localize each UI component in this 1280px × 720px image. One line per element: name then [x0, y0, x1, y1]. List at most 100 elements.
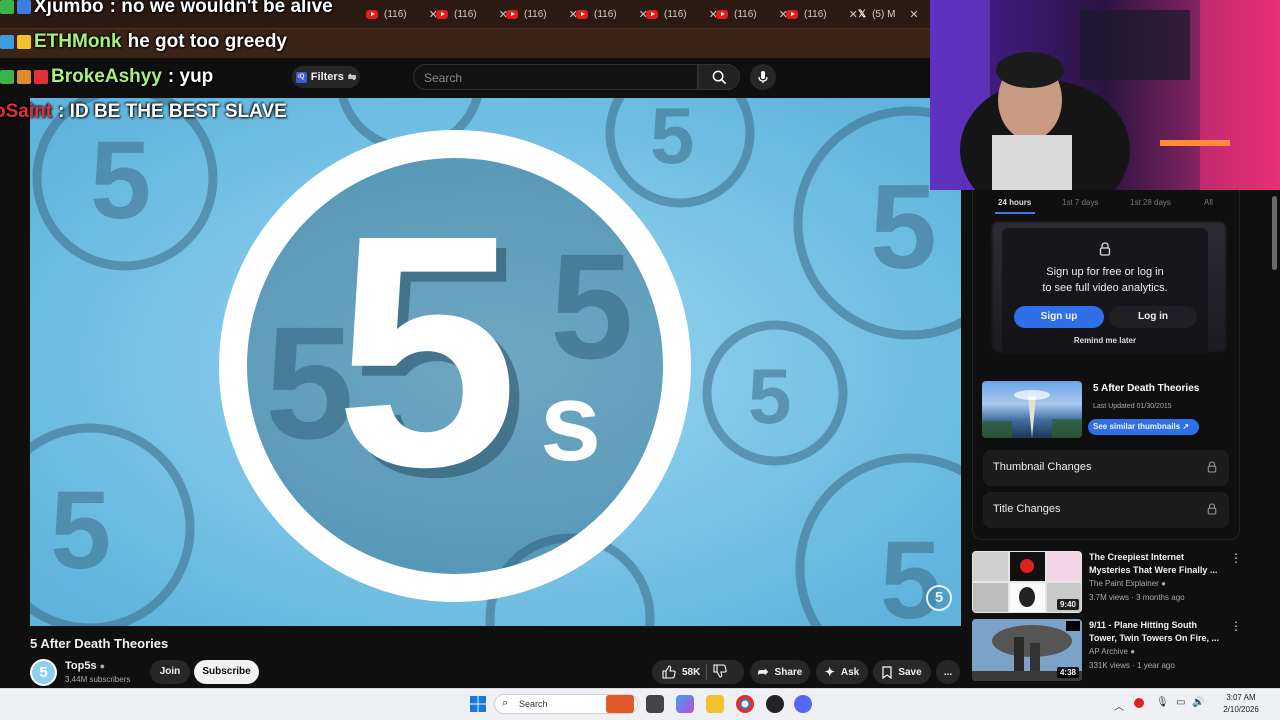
taskbar [0, 688, 1280, 720]
x-logo-icon: 𝕏 [858, 8, 867, 20]
filters-button[interactable]: iQ Filters ⇋ [292, 66, 360, 88]
search-icon: ⌕ [502, 697, 509, 709]
svg-text:5: 5 [90, 119, 151, 242]
crown-badge-icon [34, 70, 48, 84]
close-icon[interactable]: ✕ [849, 8, 858, 21]
verified-icon: ● [1130, 647, 1136, 656]
video-thumbnail[interactable]: 9:40 [972, 551, 1082, 613]
video-logo-sub: s [540, 361, 602, 484]
video-title[interactable]: 9/11 - Plane Hitting South Tower, Twin T… [1089, 619, 1221, 645]
login-button[interactable]: Log in [1109, 306, 1197, 328]
share-button[interactable]: ➦ Share [750, 660, 810, 684]
microphone-icon[interactable]: 🎙 [1156, 697, 1169, 708]
thumbnail-changes-row[interactable]: Thumbnail Changes [983, 450, 1229, 486]
search-icon [712, 70, 726, 84]
microphone-icon [758, 71, 768, 83]
browser-tab[interactable]: (116) ✕ [366, 0, 438, 28]
volume-icon[interactable]: 🔊 [1192, 697, 1204, 708]
file-explorer-icon[interactable] [706, 695, 724, 713]
browser-tab[interactable]: (116) ✕ [436, 0, 508, 28]
bookmark-icon [882, 665, 892, 679]
svg-text:5: 5 [870, 160, 937, 294]
title-changes-row[interactable]: Title Changes [983, 492, 1229, 528]
cube-badge-icon [0, 70, 14, 84]
youtube-icon [506, 9, 518, 19]
svg-text:5: 5 [50, 469, 111, 592]
channel-name[interactable]: AP Archive ● [1089, 647, 1135, 656]
windows-start-icon[interactable] [470, 696, 486, 712]
discord-icon[interactable] [794, 695, 812, 713]
video-duration: 9:40 [1056, 599, 1079, 610]
extension-icon: iQ [295, 71, 307, 83]
last-updated-label: Last Updated 01/30/2015 [1093, 403, 1172, 410]
save-button[interactable]: Save [873, 660, 931, 684]
recommended-video[interactable]: 9:40 The Creepiest Internet Mysteries Th… [972, 551, 1262, 613]
analytics-video-title: 5 After Death Theories [1093, 383, 1200, 394]
like-button[interactable]: 58K [662, 665, 700, 679]
video-title[interactable]: The Creepiest Internet Mysteries That We… [1089, 551, 1221, 577]
browser-tab[interactable]: 𝕏 (5) M ✕ [858, 0, 919, 28]
more-options-icon[interactable]: ⋮ [1230, 551, 1242, 565]
tray-app-icon[interactable] [1134, 698, 1144, 708]
task-view-icon[interactable] [646, 695, 664, 713]
browser-tab[interactable]: (116) ✕ [716, 0, 788, 28]
browser-tab[interactable]: (116) ✕ [506, 0, 578, 28]
signup-button[interactable]: Sign up [1014, 306, 1104, 328]
channel-avatar[interactable]: 5 [30, 659, 57, 686]
video-player[interactable]: 5 5 5 5 5 5 5 5 5 s 5 [30, 98, 961, 626]
youtube-icon [576, 9, 588, 19]
thumbs-up-icon [662, 665, 676, 679]
divider [706, 664, 708, 680]
range-tab-28-days[interactable]: 1st 28 days [1130, 198, 1171, 207]
scrollbar-thumb[interactable] [1272, 196, 1277, 270]
share-icon: ➦ [757, 664, 769, 679]
channel-name[interactable]: The Paint Explainer ● [1089, 579, 1166, 588]
ask-button[interactable]: ✦ Ask [816, 660, 868, 684]
video-logo-main: 5 [335, 166, 519, 535]
browser-tab[interactable]: (116) ✕ [646, 0, 718, 28]
remind-later-link[interactable]: Remind me later [1002, 336, 1208, 345]
range-active-indicator [995, 212, 1035, 214]
video-meta: 331K views · 1 year ago [1089, 661, 1175, 670]
obs-icon[interactable] [766, 695, 784, 713]
signup-message-line2: to see full video analytics. [1042, 282, 1168, 294]
browser-tab[interactable]: (116) ✕ [786, 0, 858, 28]
join-button[interactable]: Join [150, 660, 190, 684]
badge-icon [17, 0, 31, 14]
youtube-icon [646, 9, 658, 19]
search-button[interactable] [698, 64, 740, 90]
thumbs-down-icon [713, 663, 728, 678]
clock-time[interactable]: 3:07 AM [1218, 693, 1264, 702]
clock-date[interactable]: 2/10/2026 [1218, 705, 1264, 714]
browser-tab[interactable]: (116) ✕ [576, 0, 648, 28]
subscriber-count: 3.44M subscribers [65, 675, 131, 684]
range-tab-all[interactable]: All [1204, 198, 1213, 207]
range-tab-7-days[interactable]: 1st 7 days [1062, 198, 1098, 207]
chat-message: BrokeAshyy : yup [0, 66, 213, 88]
subscribe-button[interactable]: Subscribe [194, 660, 259, 684]
like-dislike-group: 58K [652, 660, 744, 684]
sparkle-icon: ✦ [824, 665, 835, 679]
video-thumbnail[interactable]: 4:38 [972, 619, 1082, 681]
search-input[interactable]: Search [413, 64, 698, 90]
more-options-icon[interactable]: ⋮ [1230, 619, 1242, 633]
recommended-video[interactable]: 4:38 9/11 - Plane Hitting South Tower, T… [972, 619, 1262, 681]
sliders-icon: ⇋ [347, 71, 357, 83]
close-icon[interactable]: ✕ [909, 8, 918, 21]
range-tab-24-hours[interactable]: 24 hours [998, 198, 1031, 207]
see-similar-thumbnails-button[interactable]: See similar thumbnails ↗ [1088, 419, 1199, 435]
youtube-icon [366, 9, 378, 19]
chat-message: oSaint : ID BE THE BEST SLAVE [0, 101, 287, 122]
copilot-icon[interactable] [676, 695, 694, 713]
more-actions-button[interactable]: ... [936, 660, 960, 684]
channel-name[interactable]: Top5s ● [65, 660, 105, 672]
chrome-icon[interactable] [736, 695, 754, 713]
dislike-button[interactable] [713, 663, 728, 681]
network-icon[interactable]: ▭ [1176, 697, 1185, 708]
chevron-up-icon[interactable]: ︿ [1114, 698, 1124, 713]
svg-text:5: 5 [880, 519, 941, 626]
streamer-webcam [930, 0, 1280, 190]
voice-search-button[interactable] [750, 64, 776, 90]
youtube-icon [436, 9, 448, 19]
channel-watermark[interactable]: 5 [926, 585, 952, 611]
